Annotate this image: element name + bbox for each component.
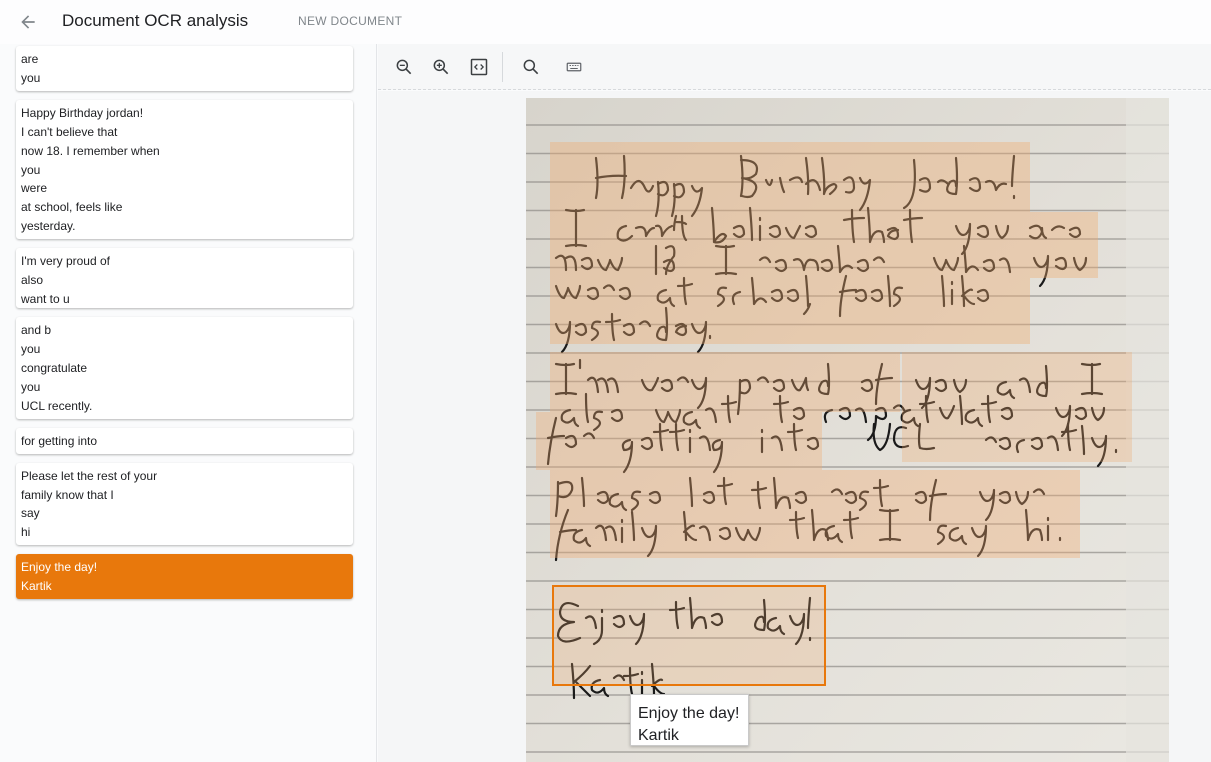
tooltip-line: Enjoy the day! — [638, 705, 740, 722]
text-block-line: are — [21, 52, 39, 66]
text-block-line: say — [21, 506, 40, 521]
ocr-app: Document OCR analysis NEW DOCUMENT are yo… — [0, 0, 1211, 762]
text-block-card[interactable]: for getting into — [16, 427, 353, 454]
text-block-line: Please let the rest of your — [21, 468, 158, 483]
text-block-line: for getting into — [21, 433, 98, 448]
keyboard-button[interactable] — [563, 56, 585, 78]
selection-tooltip: Enjoy the day! Kartik — [630, 694, 749, 746]
text-block-line: hi — [21, 525, 31, 540]
document-viewer[interactable] — [378, 91, 1211, 762]
viewer-toolbar — [378, 44, 1211, 90]
text-block-line: Kartik — [21, 579, 52, 594]
text-block-list: are you Happy Birthday jordan! I can't beli… — [16, 46, 353, 608]
text-block-card[interactable]: I'm very proud of also want to u — [16, 248, 353, 309]
text-block-line: were — [21, 181, 48, 196]
new-document-button[interactable]: NEW DOCUMENT — [298, 14, 402, 28]
text-block-line: family know that I — [21, 487, 114, 502]
text-block-line: want to u — [21, 291, 70, 306]
back-button[interactable] — [16, 10, 40, 34]
text-block-line: you — [21, 342, 41, 357]
tooltip-line: Kartik — [638, 727, 679, 744]
zoom-out-icon — [396, 59, 412, 75]
document-image — [526, 98, 1169, 762]
page-title: Document OCR analysis — [62, 11, 249, 30]
text-block-line: UCL recently. — [21, 398, 93, 413]
text-block-line: I can't believe that — [21, 124, 118, 139]
text-block-line: yesterday. — [21, 219, 76, 234]
text-block-line: you — [21, 379, 41, 394]
text-blocks-sidebar[interactable]: are you Happy Birthday jordan! I can't beli… — [0, 44, 377, 762]
app-header: Document OCR analysis NEW DOCUMENT — [0, 0, 1211, 44]
selected-text-region[interactable] — [552, 585, 826, 686]
text-block-card[interactable]: Happy Birthday jordan! I can't believe th… — [16, 99, 353, 240]
keyboard-icon — [566, 62, 582, 72]
fit-to-screen-button[interactable] — [468, 56, 490, 78]
text-block-card[interactable]: and b you congratulate you UCL recently. — [16, 317, 353, 419]
text-block-line: and b — [21, 323, 52, 338]
text-block-line: I'm very proud of — [21, 254, 110, 269]
code-icon — [470, 58, 488, 76]
text-block-line: Happy Birthday jordan! — [21, 105, 144, 120]
text-block-line: congratulate — [21, 360, 88, 375]
text-block-line: Enjoy the day! — [21, 560, 98, 575]
zoom-in-button[interactable] — [430, 56, 452, 78]
zoom-out-button[interactable] — [393, 56, 415, 78]
zoom-in-icon — [433, 59, 449, 75]
text-block-line: at school, feels like — [21, 200, 123, 215]
text-block-line: you — [21, 70, 41, 85]
search-button[interactable] — [520, 56, 542, 78]
text-block-line: now 18. I remember when — [21, 143, 160, 158]
text-block-line: you — [21, 162, 41, 177]
toolbar-divider — [502, 52, 503, 82]
search-icon — [523, 59, 539, 75]
text-block-card[interactable]: Enjoy the day! Kartik — [16, 554, 353, 600]
arrow-back-icon — [21, 15, 35, 29]
text-block-line: also — [21, 273, 44, 288]
text-block-card[interactable]: are you — [16, 46, 353, 91]
text-block-card[interactable]: Please let the rest of your family know t… — [16, 462, 353, 546]
